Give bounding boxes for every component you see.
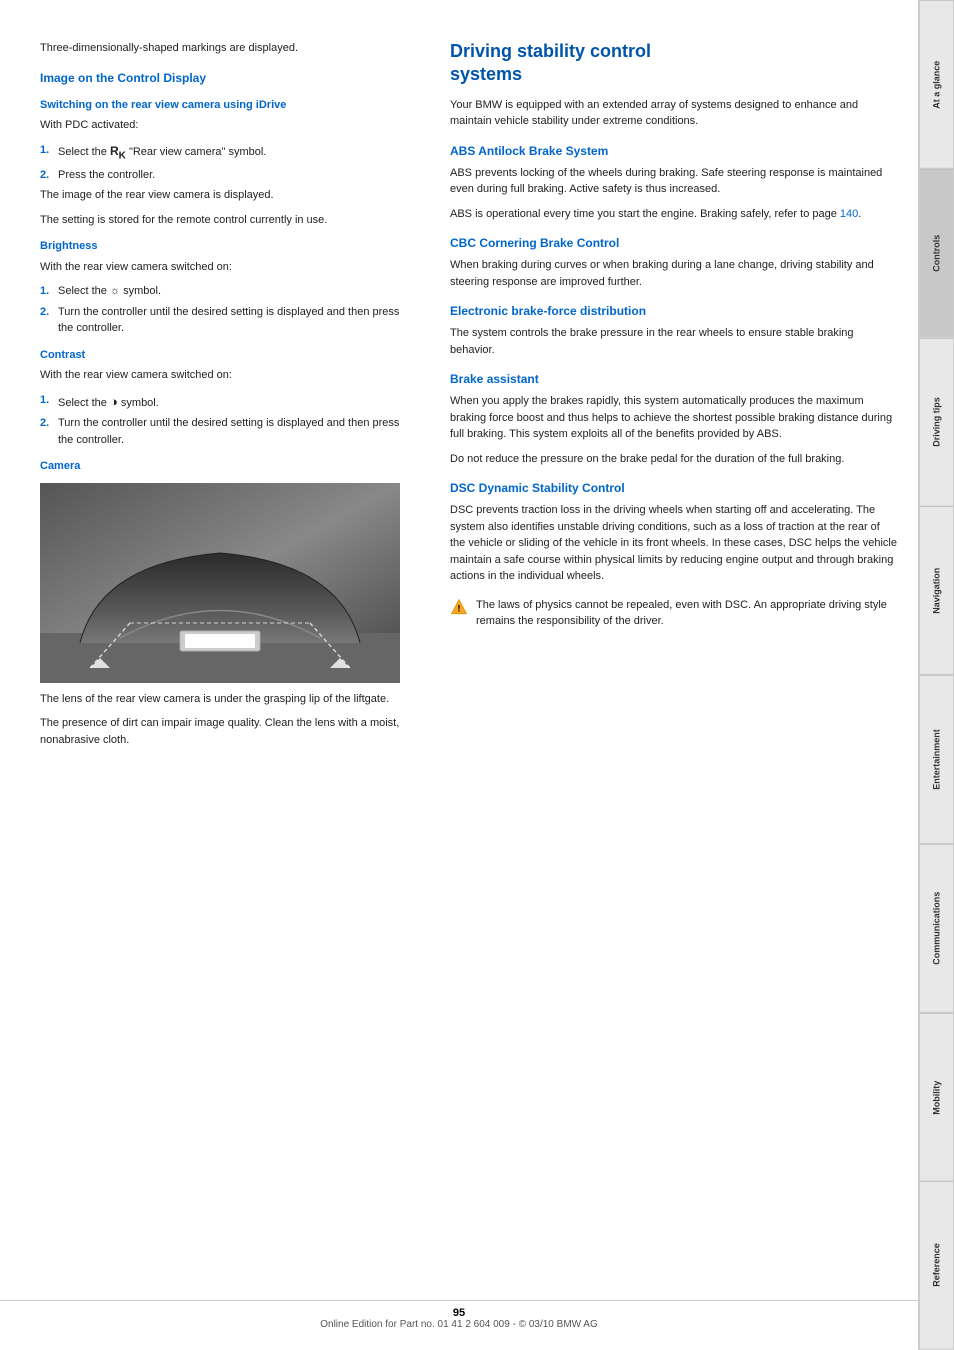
sidebar-tab-controls[interactable]: Controls [919,169,954,338]
contrast-step-1: 1. Select the ◑ symbol. [40,392,410,412]
sidebar-tab-at-a-glance[interactable]: At a glance [919,0,954,169]
step-num-2: 2. [40,167,58,184]
abs-para-2: ABS is operational every time you start … [450,206,898,223]
abs-page-link[interactable]: 140 [840,208,858,220]
page-footer: 95 Online Edition for Part no. 01 41 2 6… [0,1300,918,1330]
dsc-para-1: DSC prevents traction loss in the drivin… [450,502,898,585]
brightness-step-1: 1. Select the ☼ symbol. [40,283,410,300]
contrast-num-1: 1. [40,392,58,412]
abs-para-1: ABS prevents locking of the wheels durin… [450,165,898,198]
footer-text: Online Edition for Part no. 01 41 2 604 … [320,1319,598,1330]
brake-para-1: When you apply the brakes rapidly, this … [450,393,898,443]
brightness-num-2: 2. [40,304,58,337]
warning-text: The laws of physics cannot be repealed, … [476,597,898,630]
step-2-rear-camera: 2. Press the controller. [40,167,410,184]
title-line2: systems [450,64,522,84]
camera-image [40,483,400,683]
sidebar-tab-communications[interactable]: Communications [919,844,954,1013]
svg-text:!: ! [458,603,461,613]
heading-brake-assistant: Brake assistant [450,370,898,388]
cbc-para-1: When braking during curves or when braki… [450,257,898,290]
section-heading-image: Image on the Control Display [40,69,410,87]
page-number: 95 [453,1307,465,1319]
step-text-1: Select the RK "Rear view camera" symbol. [58,142,266,163]
main-content: Three-dimensionally-shaped markings are … [0,0,918,1350]
subsection3-intro: With the rear view camera switched on: [40,367,410,384]
sidebar-tab-reference[interactable]: Reference [919,1181,954,1350]
sub-heading-switching: Switching on the rear view camera using … [40,97,410,114]
sidebar-tab-navigation[interactable]: Navigation [919,506,954,675]
sub-heading-camera: Camera [40,458,410,475]
page-container: Three-dimensionally-shaped markings are … [0,0,954,1350]
contrast-text-2: Turn the controller until the desired se… [58,415,410,448]
sidebar-tab-entertainment[interactable]: Entertainment [919,675,954,844]
camera-note2: The presence of dirt can impair image qu… [40,715,410,748]
subsection2-intro: With the rear view camera switched on: [40,259,410,276]
contrast-step-2: 2. Turn the controller until the desired… [40,415,410,448]
contrast-num-2: 2. [40,415,58,448]
main-title: Driving stability control systems [450,40,898,87]
step-text-2: Press the controller. [58,167,155,184]
step-1-rear-camera: 1. Select the RK "Rear view camera" symb… [40,142,410,163]
note-image-displayed: The image of the rear view camera is dis… [40,187,410,204]
camera-image-inner [40,483,400,683]
heading-dsc: DSC Dynamic Stability Control [450,479,898,497]
title-line1: Driving stability control [450,41,651,61]
brightness-step-2: 2. Turn the controller until the desired… [40,304,410,337]
heading-cbc: CBC Cornering Brake Control [450,234,898,252]
subsection1-intro: With PDC activated: [40,117,410,134]
sub-heading-contrast: Contrast [40,347,410,364]
heading-ebfd: Electronic brake-force distribution [450,302,898,320]
brightness-text-2: Turn the controller until the desired se… [58,304,410,337]
brightness-num-1: 1. [40,283,58,300]
left-column: Three-dimensionally-shaped markings are … [0,20,430,1330]
warning-triangle-icon: ! [450,598,470,622]
warning-box: ! The laws of physics cannot be repealed… [450,597,898,630]
right-intro: Your BMW is equipped with an extended ar… [450,97,898,130]
note-setting-stored: The setting is stored for the remote con… [40,212,410,229]
camera-note1: The lens of the rear view camera is unde… [40,691,410,708]
section-image-on-control-display: Image on the Control Display Switching o… [40,69,410,749]
ebfd-para-1: The system controls the brake pressure i… [450,325,898,358]
sidebar-tab-driving-tips[interactable]: Driving tips [919,338,954,507]
camera-view-svg [40,483,400,683]
brake-para-2: Do not reduce the pressure on the brake … [450,451,898,468]
sub-heading-brightness: Brightness [40,238,410,255]
sidebar-tab-mobility[interactable]: Mobility [919,1013,954,1182]
intro-text: Three-dimensionally-shaped markings are … [40,40,410,57]
contrast-text-1: Select the ◑ symbol. [58,392,159,412]
heading-abs: ABS Antilock Brake System [450,142,898,160]
step-num-1: 1. [40,142,58,163]
sidebar: At a glance Controls Driving tips Naviga… [918,0,954,1350]
right-column: Driving stability control systems Your B… [430,20,918,1330]
brightness-text-1: Select the ☼ symbol. [58,283,161,300]
